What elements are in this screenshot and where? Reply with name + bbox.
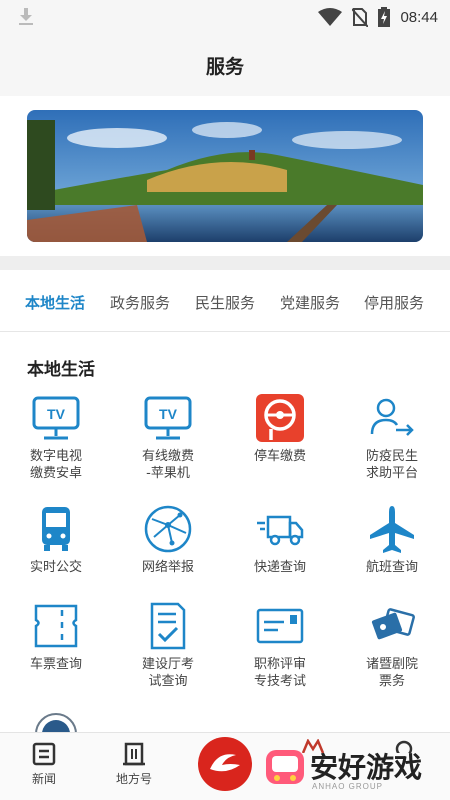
banner-section <box>0 96 450 256</box>
section-divider <box>0 256 450 270</box>
partial-service-icon <box>35 713 77 734</box>
bus-icon <box>42 507 70 551</box>
status-time: 08:44 <box>400 8 438 26</box>
title-bar: 服务 <box>0 34 450 96</box>
service-epidemic-help[interactable]: 防疫民生 求助平台 <box>337 392 447 482</box>
tab-livelihood-services[interactable]: 民生服务 <box>195 292 255 313</box>
svg-text:TV: TV <box>47 406 66 422</box>
service-construction-exam[interactable]: 建设厅考 试查询 <box>113 600 223 690</box>
service-ticket-query[interactable]: 车票查询 <box>1 600 111 673</box>
service-label: 诸暨剧院 票务 <box>365 657 418 689</box>
service-label: 数字电视 缴费安卓 <box>29 449 82 481</box>
parking-icon <box>256 394 304 442</box>
watermark-text: 安好游戏 <box>310 751 423 784</box>
service-label: 建设厅考 试查询 <box>141 657 194 689</box>
service-label: 职称评审 专技考试 <box>253 657 306 689</box>
wifi-icon <box>318 8 343 26</box>
service-label: 防疫民生 求助平台 <box>365 449 418 481</box>
service-express-query[interactable]: 快递查询 <box>225 503 335 576</box>
service-label: 有线缴费 -苹果机 <box>141 449 194 481</box>
delivery-truck-icon <box>257 515 304 546</box>
theater-tickets-icon <box>371 608 415 640</box>
news-icon <box>32 742 56 766</box>
service-realtime-bus[interactable]: 实时公交 <box>1 503 111 576</box>
page-title: 服务 <box>205 55 244 78</box>
service-label: 航班查询 <box>365 560 418 575</box>
service-label: 车票查询 <box>29 657 82 672</box>
download-icon <box>19 8 33 25</box>
tab-government-services[interactable]: 政务服务 <box>110 292 170 313</box>
nav-label: 新闻 <box>31 772 56 786</box>
tv-icon: TV <box>32 396 80 440</box>
network-globe-icon <box>144 505 192 553</box>
service-network-report[interactable]: 网络举报 <box>113 503 223 576</box>
service-label: 网络举报 <box>141 560 194 575</box>
nav-label: 地方号 <box>115 772 152 786</box>
watermark-subtext: ANHAO GROUP <box>312 782 384 791</box>
home-brand-button[interactable] <box>196 735 254 793</box>
no-sim-icon <box>352 8 369 27</box>
tab-local-life[interactable]: 本地生活 <box>25 292 85 313</box>
envelope-icon <box>256 608 304 644</box>
service-label: 停车缴费 <box>253 449 306 464</box>
battery-charging-icon <box>378 7 391 27</box>
tab-party-services[interactable]: 党建服务 <box>280 292 340 313</box>
service-label: 快递查询 <box>253 560 306 575</box>
status-bar: 08:44 <box>0 0 450 34</box>
service-flight-query[interactable]: 航班查询 <box>337 503 447 576</box>
service-parking-payment[interactable]: 停车缴费 <box>225 392 335 465</box>
watermark-logo <box>266 750 304 784</box>
service-theater-tickets[interactable]: 诸暨剧院 票务 <box>337 600 447 690</box>
nav-local-accounts[interactable]: 地方号 <box>104 741 164 787</box>
service-title-review[interactable]: 职称评审 专技考试 <box>225 600 335 690</box>
airplane-icon <box>370 506 414 553</box>
tab-disabled-services[interactable]: 停用服务 <box>364 292 424 313</box>
service-cable-payment[interactable]: TV 有线缴费 -苹果机 <box>113 392 223 482</box>
service-tabs: 本地生活 政务服务 民生服务 党建服务 停用服务 <box>0 270 450 332</box>
svg-text:TV: TV <box>159 406 178 422</box>
service-label: 实时公交 <box>29 560 82 575</box>
section-title: 本地生活 <box>27 360 95 380</box>
user-arrow-icon <box>370 398 414 436</box>
nav-news[interactable]: 新闻 <box>14 741 74 787</box>
checklist-icon <box>150 602 186 650</box>
building-icon <box>123 742 145 766</box>
ticket-icon <box>34 604 78 648</box>
banner-image[interactable] <box>27 110 423 242</box>
service-digital-tv[interactable]: TV 数字电视 缴费安卓 <box>1 392 111 482</box>
tv-icon: TV <box>144 396 192 440</box>
watermark: 安好游戏 ANHAO GROUP <box>262 742 447 794</box>
